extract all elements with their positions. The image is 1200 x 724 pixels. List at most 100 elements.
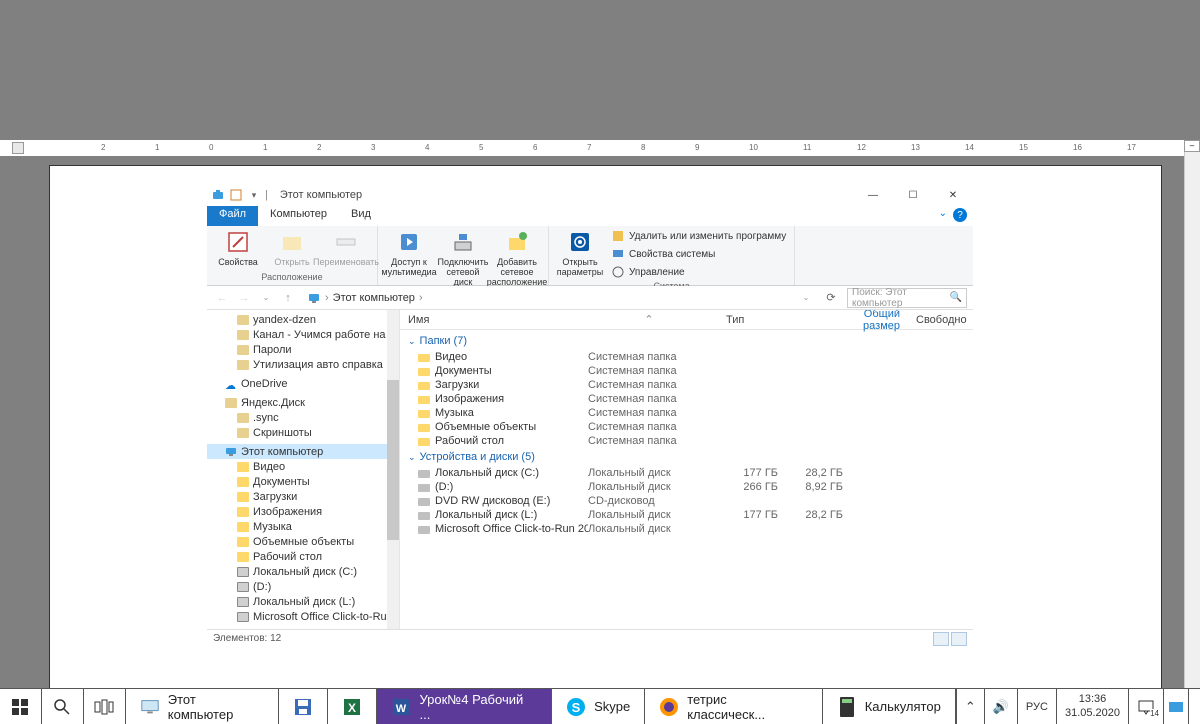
forward-button[interactable]: →: [235, 289, 253, 307]
add-netloc-button[interactable]: Добавить сетевое расположение: [492, 228, 542, 287]
back-button[interactable]: ←: [213, 289, 231, 307]
address-dropdown[interactable]: ⌄: [797, 289, 815, 307]
tree-item[interactable]: Документы: [207, 474, 399, 489]
tab-stop-selector[interactable]: [12, 142, 24, 154]
navigation-pane[interactable]: yandex-dzenКанал - Учимся работе на комп…: [207, 310, 400, 629]
system-props-button[interactable]: Свойства системы: [609, 246, 788, 262]
word-icon: W: [391, 697, 411, 717]
search-button[interactable]: [42, 689, 84, 724]
group-folders[interactable]: ⌄Папки (7): [400, 332, 973, 350]
tree-item[interactable]: Утилизация авто справка: [207, 357, 399, 372]
list-item[interactable]: ИзображенияСистемная папка: [400, 392, 973, 406]
tray-language[interactable]: РУС: [1017, 689, 1056, 724]
view-large-button[interactable]: [951, 632, 967, 646]
col-name[interactable]: Имя: [400, 314, 580, 326]
up-button[interactable]: ↑: [279, 289, 297, 307]
tree-item[interactable]: Скриншоты: [207, 425, 399, 440]
tree-item[interactable]: Канал - Учимся работе на компьютере осно…: [207, 327, 399, 342]
list-item[interactable]: Локальный диск (L:)Локальный диск177 ГБ2…: [400, 508, 973, 522]
col-size[interactable]: Общий размер: [838, 310, 908, 332]
list-item[interactable]: ЗагрузкиСистемная папка: [400, 378, 973, 392]
tree-item[interactable]: yandex-dzen: [207, 312, 399, 327]
tree-item[interactable]: Музыка: [207, 519, 399, 534]
svg-text:S: S: [572, 700, 581, 715]
window-title: Этот компьютер: [280, 189, 362, 201]
firefox-icon: [659, 697, 679, 717]
pc-icon: [140, 697, 160, 717]
task-view-button[interactable]: [84, 689, 126, 724]
sidebar-scrollbar[interactable]: [387, 310, 399, 629]
tree-item[interactable]: Рабочий стол: [207, 549, 399, 564]
list-item[interactable]: Рабочий столСистемная папка: [400, 434, 973, 448]
close-button[interactable]: ✕: [933, 184, 973, 206]
map-drive-button[interactable]: Подключить сетевой диск: [438, 228, 488, 287]
list-item[interactable]: Microsoft Office Click-to-Run 2010 (защи…: [400, 522, 973, 536]
taskbar-app[interactable]: WУрок№4 Рабочий ...: [377, 689, 552, 724]
list-item[interactable]: DVD RW дисковод (E:)CD-дисковод: [400, 494, 973, 508]
list-item[interactable]: Объемные объектыСистемная папка: [400, 420, 973, 434]
tree-item[interactable]: Этот компьютер: [207, 444, 399, 459]
view-details-button[interactable]: [933, 632, 949, 646]
tree-item[interactable]: Объемные объекты: [207, 534, 399, 549]
scrollbar-thumb[interactable]: [387, 380, 399, 540]
list-item[interactable]: ВидеоСистемная папка: [400, 350, 973, 364]
qat-properties-icon[interactable]: [229, 188, 243, 202]
taskbar-app[interactable]: тетрис классическ...: [645, 689, 823, 724]
recent-dropdown[interactable]: ⌄: [257, 289, 275, 307]
taskbar-app[interactable]: [279, 689, 328, 724]
col-type[interactable]: Тип: [718, 314, 838, 326]
media-access-button[interactable]: Доступ к мультимедиа: [384, 228, 434, 277]
minimize-button[interactable]: —: [853, 184, 893, 206]
tree-item[interactable]: Локальный диск (C:): [207, 564, 399, 579]
list-item[interactable]: (D:)Локальный диск266 ГБ8,92 ГБ: [400, 480, 973, 494]
tray-volume[interactable]: 🔊: [984, 689, 1017, 724]
app-icon: [211, 188, 225, 202]
taskbar-app[interactable]: SSkype: [552, 689, 645, 724]
refresh-button[interactable]: ⟳: [819, 291, 843, 304]
breadcrumb[interactable]: › Этот компьютер ›: [301, 291, 793, 305]
properties-button[interactable]: Свойства: [213, 228, 263, 267]
tree-item[interactable]: Яндекс.Диск: [207, 395, 399, 410]
maximize-button[interactable]: ☐: [893, 184, 933, 206]
search-input[interactable]: Поиск: Этот компьютер 🔍: [847, 288, 967, 308]
tray-overflow[interactable]: ⌃: [956, 689, 984, 724]
column-headers[interactable]: Имя ⌃ Тип Общий размер Свободно: [400, 310, 973, 330]
word-vertical-scrollbar[interactable]: –: [1184, 140, 1200, 688]
tab-view[interactable]: Вид: [339, 206, 383, 226]
show-desktop-button[interactable]: [1188, 689, 1200, 724]
tray-clock[interactable]: 13:36 31.05.2020: [1056, 689, 1128, 724]
tab-computer[interactable]: Компьютер: [258, 206, 339, 226]
taskbar-app[interactable]: X: [328, 689, 377, 724]
tab-file[interactable]: Файл: [207, 206, 258, 226]
tree-item[interactable]: Пароли: [207, 342, 399, 357]
excel-icon: X: [342, 697, 362, 717]
uninstall-button[interactable]: Удалить или изменить программу: [609, 228, 788, 244]
list-item[interactable]: МузыкаСистемная папка: [400, 406, 973, 420]
minimize-ribbon-icon[interactable]: ⌄: [939, 208, 947, 222]
titlebar: ▾ | Этот компьютер — ☐ ✕: [207, 184, 973, 206]
tree-item[interactable]: Изображения: [207, 504, 399, 519]
group-devices[interactable]: ⌄Устройства и диски (5): [400, 448, 973, 466]
tray-desktop-peek-icon[interactable]: [1163, 689, 1188, 724]
taskbar-app[interactable]: Этот компьютер: [126, 689, 280, 724]
tree-item[interactable]: Microsoft Office Click-to-Run 2010 (защи…: [207, 609, 399, 624]
tree-item[interactable]: Загрузки: [207, 489, 399, 504]
list-item[interactable]: ДокументыСистемная папка: [400, 364, 973, 378]
start-button[interactable]: [0, 689, 42, 724]
file-list[interactable]: ⌄Папки (7)ВидеоСистемная папкаДокументыС…: [400, 330, 973, 629]
split-window-button[interactable]: –: [1184, 140, 1200, 152]
tree-item[interactable]: Видео: [207, 459, 399, 474]
tree-item[interactable]: .sync: [207, 410, 399, 425]
tray-notifications[interactable]: 14: [1128, 689, 1163, 724]
manage-button[interactable]: Управление: [609, 264, 788, 280]
list-item[interactable]: Локальный диск (C:)Локальный диск177 ГБ2…: [400, 466, 973, 480]
tree-item[interactable]: Локальный диск (L:): [207, 594, 399, 609]
tree-item[interactable]: (D:): [207, 579, 399, 594]
speaker-icon: 🔊: [993, 699, 1009, 715]
tree-item[interactable]: ☁OneDrive: [207, 376, 399, 391]
open-settings-button[interactable]: Открыть параметры: [555, 228, 605, 277]
taskbar-app[interactable]: Калькулятор: [823, 689, 956, 724]
qat-dropdown-icon[interactable]: ▾: [247, 188, 261, 202]
help-icon[interactable]: ?: [953, 208, 967, 222]
col-free[interactable]: Свободно: [908, 314, 973, 326]
